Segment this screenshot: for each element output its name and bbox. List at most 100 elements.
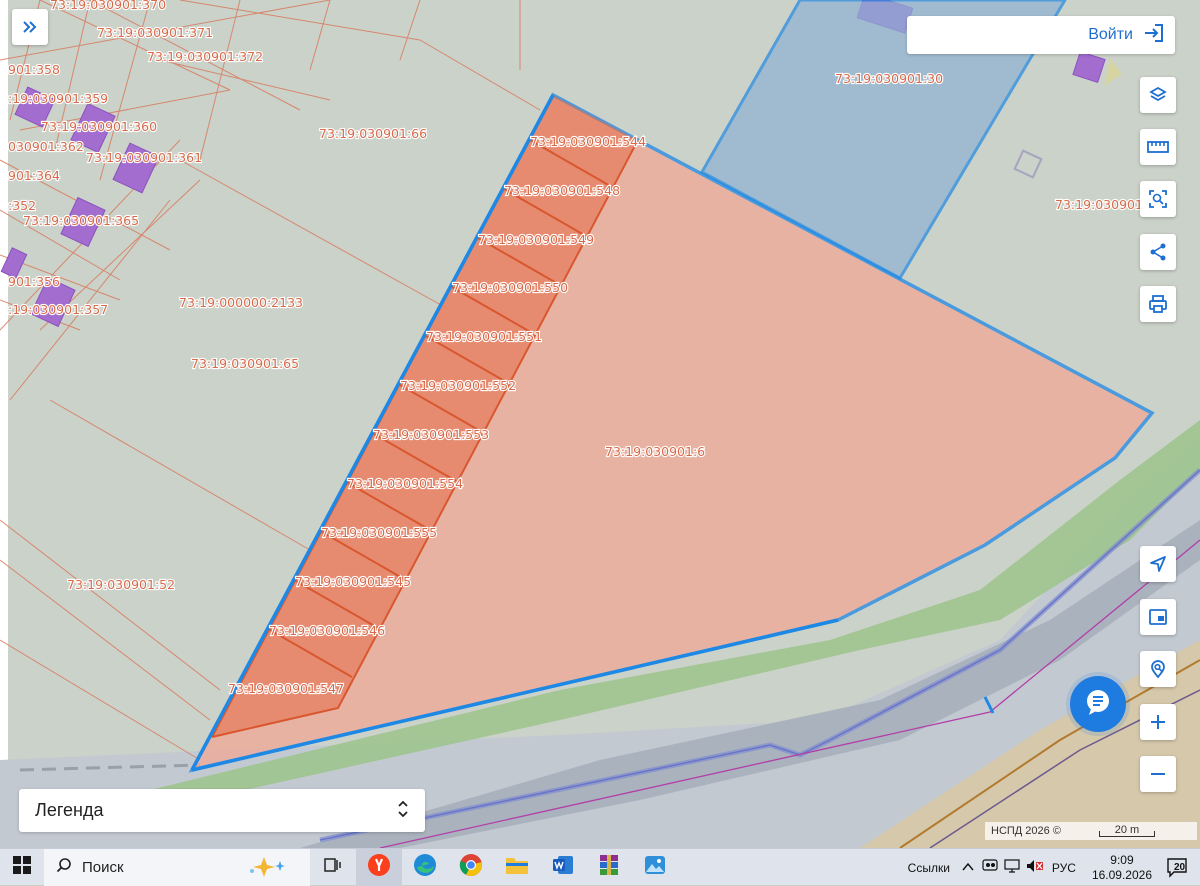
search-icon [56,857,72,877]
parcel-label[interactable]: 73:19:030901:555 [320,524,438,541]
attribution-text: НСПД 2026 © [991,825,1061,837]
parcel-label[interactable]: 73:19:030901:551 [425,328,543,345]
parcel-label[interactable]: 73:19:030901:30 [834,70,944,87]
printer-icon [1148,294,1168,314]
login-label: Войти [1088,26,1133,43]
share-icon [1148,242,1168,262]
parcel-label[interactable]: 73:19:030901: [1054,196,1148,213]
parcel-label[interactable]: 901:358 [7,61,61,78]
select-area-button[interactable] [1140,181,1176,217]
system-tray: Ссылки РУС 9:09 16.09.2026 20 [908,849,1200,886]
parcel-label[interactable]: :19:030901:357 [7,301,109,318]
parcel-label[interactable]: 73:19:030901:66 [318,125,428,142]
volume-muted-icon[interactable] [1026,859,1044,876]
taskbar-search-box[interactable]: Поиск [44,848,310,886]
measure-button[interactable] [1140,129,1176,165]
task-view-icon [324,857,342,877]
picture-in-picture-icon [1148,608,1168,626]
notifications-count: 20 [1174,861,1186,873]
location-search-icon [1148,659,1168,679]
clock-date: 16.09.2026 [1091,867,1152,882]
parcel-label[interactable]: 73:19:030901:554 [346,475,464,492]
parcel-label[interactable]: 73:19:030901:371 [96,24,214,41]
minimap-button[interactable] [1140,599,1176,635]
chevrons-right-icon [21,18,39,36]
parcel-label[interactable]: 73:19:030901:370 [49,0,167,13]
parcel-label[interactable]: 73:19:030901:52 [66,576,176,593]
parcel-label[interactable]: 73:19:030901:544 [529,133,647,150]
chat-button[interactable] [1070,676,1126,732]
links-toolbar[interactable]: Ссылки [908,861,950,875]
chrome-icon [459,853,483,881]
search-location-button[interactable] [1140,651,1176,687]
chat-icon [1083,687,1113,721]
parcel-label[interactable]: 73:19:000000:2133 [178,294,304,311]
minus-icon [1149,765,1167,783]
photos-button[interactable] [632,849,678,886]
share-button[interactable] [1140,234,1176,270]
parcel-label[interactable]: 73:19:030901:65 [190,355,300,372]
parcel-label[interactable]: 73:19:030901:548 [503,182,621,199]
parcel-label[interactable]: 73:19:030901:372 [146,48,264,65]
yandex-browser-button[interactable] [356,848,402,886]
parcel-label[interactable]: :19:030901:359 [7,90,109,107]
parcel-label[interactable]: 73:19:030901:360 [40,118,158,135]
language-indicator[interactable]: РУС [1052,861,1076,875]
winrar-button[interactable] [586,849,632,886]
parcel-label[interactable]: :352 [7,197,37,214]
copilot-sparkle-icon [244,855,304,883]
map-canvas[interactable]: 73:19:030901:370 73:19:030901:371 73:19:… [0,0,1200,848]
parcel-label[interactable]: 73:19:030901:546 [268,622,386,639]
parcel-label[interactable]: 73:19:030901:547 [227,680,345,697]
expand-panel-button[interactable] [12,9,48,45]
parcel-label[interactable]: 73:19:030901:545 [294,573,412,590]
ruler-icon [1147,140,1169,154]
legend-title: Легенда [35,800,104,820]
yandex-browser-icon [367,853,391,881]
parcel-label[interactable]: 73:19:030901:550 [451,279,569,296]
winrar-icon [598,854,620,880]
layers-icon [1148,85,1168,105]
clock-time: 9:09 [1110,852,1134,867]
print-button[interactable] [1140,286,1176,322]
map-svg[interactable]: 73:19:030901:370 73:19:030901:371 73:19:… [0,0,1200,848]
zoom-in-button[interactable] [1140,704,1176,740]
search-placeholder: Поиск [82,858,124,876]
word-button[interactable] [540,849,586,886]
parcel-label[interactable]: 73:19:030901:553 [372,426,490,443]
map-attribution: НСПД 2026 © 20 m [985,822,1197,840]
parcel-label[interactable]: 73:19:030901:365 [22,212,140,229]
zoom-out-button[interactable] [1140,756,1176,792]
parcel-label[interactable]: 73:19:030901:549 [477,231,595,248]
task-view-button[interactable] [310,849,356,886]
login-button[interactable]: Войти [907,16,1175,54]
windows-taskbar: Поиск Ссылки РУС 9:09 16.09.2026 20 [0,848,1200,886]
parcel-label[interactable]: 030901:362 [7,138,85,155]
notifications-button[interactable]: 20 [1166,856,1190,880]
chevron-up-icon[interactable] [962,861,974,875]
parcel-label[interactable]: 73:19:030901:6 [604,443,706,460]
my-location-button[interactable] [1140,546,1176,582]
parcel-label[interactable]: 901:356 [7,273,61,290]
legend-panel[interactable]: Легенда [19,789,425,832]
parcel-label[interactable]: 73:19:030901:361 [85,149,203,166]
login-icon [1143,23,1165,48]
start-button[interactable] [0,849,44,886]
edge-button[interactable] [402,849,448,886]
network-icon[interactable] [1004,859,1020,876]
chevron-updown-icon [397,799,409,823]
file-explorer-button[interactable] [494,849,540,886]
word-icon [552,854,574,880]
layers-button[interactable] [1140,77,1176,113]
navigation-arrow-icon [1148,554,1168,574]
folder-icon [505,854,529,880]
people-icon[interactable] [982,859,998,876]
parcel-label[interactable]: 901:364 [7,167,61,184]
scale-bar: 20 m [1098,824,1155,838]
photos-icon [644,854,666,880]
clock[interactable]: 9:09 16.09.2026 [1092,853,1152,883]
chrome-button[interactable] [448,849,494,886]
select-area-icon [1148,189,1168,209]
parcel-label[interactable]: 73:19:030901:552 [399,377,517,394]
edge-icon [413,853,437,881]
